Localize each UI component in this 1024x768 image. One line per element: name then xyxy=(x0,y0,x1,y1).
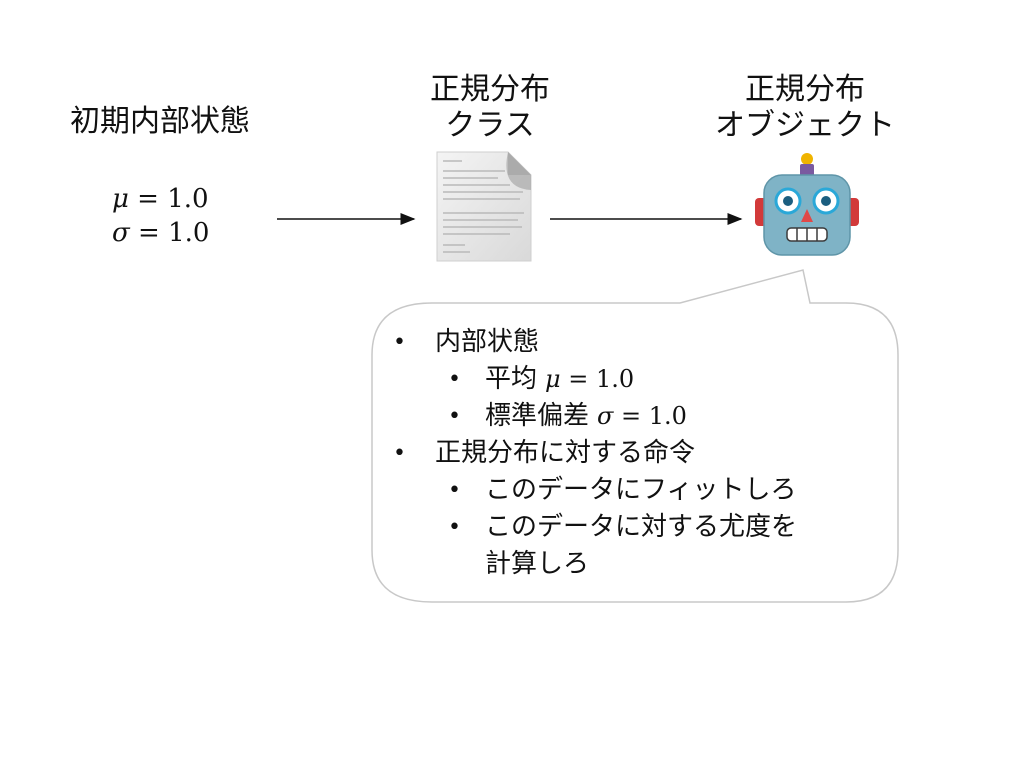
list-item: • 内部状態 xyxy=(393,327,540,357)
list-item: • 正規分布に対する命令 xyxy=(393,438,696,468)
document-icon xyxy=(436,151,532,262)
robot-icon xyxy=(755,153,859,256)
list-item: • このデータに対する尤度を xyxy=(448,512,798,542)
bubble-list: • 内部状態 • 平均 μ = 1.0 • 標準偏差 σ = 1.0 • 正規分布に… xyxy=(393,324,913,583)
list-item: • 平均 μ = 1.0 xyxy=(448,364,635,394)
list-item: • このデータにフィットしろ xyxy=(448,475,797,505)
bubble-content: • 内部状態 • 平均 μ = 1.0 • 標準偏差 σ = 1.0 • 正規分布に… xyxy=(393,324,913,583)
list-item: • 標準偏差 σ = 1.0 xyxy=(448,401,687,431)
list-item-continuation: 計算しろ xyxy=(485,549,590,579)
